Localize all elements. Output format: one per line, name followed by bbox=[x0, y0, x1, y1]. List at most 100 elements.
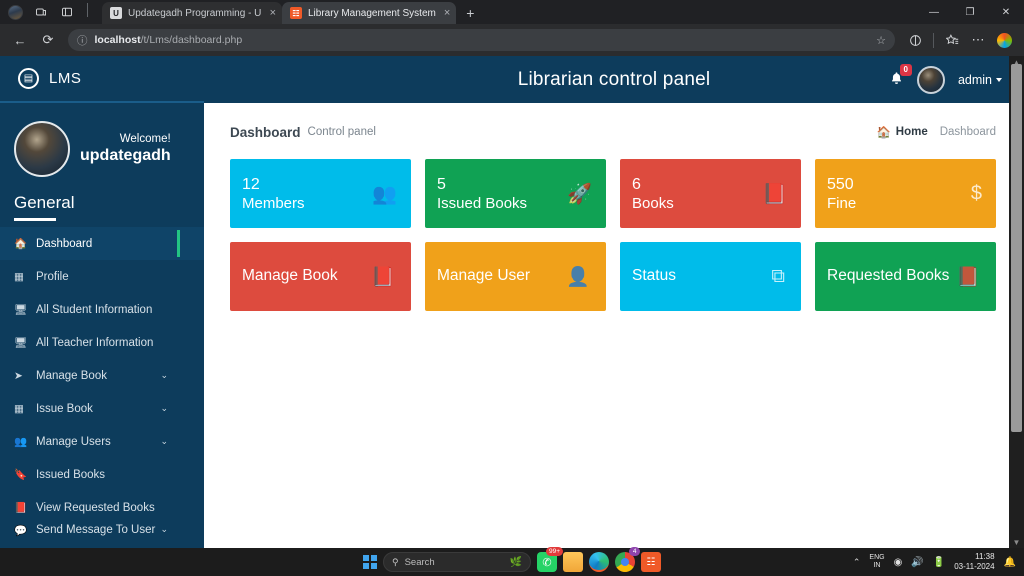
notification-bell-icon[interactable]: 🔔 bbox=[1004, 557, 1016, 568]
action-card-status[interactable]: Status ⧉ bbox=[620, 242, 801, 311]
sidebar-item-label: Profile bbox=[36, 270, 69, 283]
stat-card-issued-books[interactable]: 5 Issued Books 🚀 bbox=[425, 159, 606, 228]
chrome-system-icons bbox=[4, 0, 102, 24]
search-icon: ⚲ bbox=[392, 556, 399, 567]
split-screen-icon[interactable] bbox=[903, 28, 927, 52]
tab-close-icon[interactable]: × bbox=[442, 7, 450, 19]
page-scrollbar[interactable]: ▲ ▼ bbox=[1009, 56, 1024, 548]
breadcrumb-home-label: Home bbox=[895, 126, 928, 138]
welcome-label: Welcome! bbox=[119, 132, 171, 145]
tab-close-icon[interactable]: × bbox=[268, 7, 276, 19]
sidebar-item-label: Manage Users bbox=[36, 435, 111, 448]
weather-icon[interactable]: 🌿 bbox=[510, 557, 522, 568]
window-controls: — ❐ ✕ bbox=[916, 0, 1024, 24]
sidebar-item-profile[interactable]: ▦ Profile bbox=[0, 260, 204, 293]
xampp-icon: ☷ bbox=[646, 556, 656, 568]
action-card-requested-books[interactable]: Requested Books 📕 bbox=[815, 242, 996, 311]
sidebar-item-send-message-to-user[interactable]: 💬 Send Message To User ⌄ bbox=[0, 524, 204, 546]
user-name: admin bbox=[957, 72, 992, 87]
taskbar-app-xampp[interactable]: ☷ bbox=[641, 552, 661, 572]
stat-card-members[interactable]: 12 Members 👥 bbox=[230, 159, 411, 228]
taskbar-app-whatsapp[interactable]: ✆ 99+ bbox=[537, 547, 563, 572]
taskbar-app-chrome[interactable]: 4 bbox=[615, 547, 640, 572]
stat-card-fine[interactable]: 550 Fine $ bbox=[815, 159, 996, 228]
sidebar-item-manage-book[interactable]: ➤ Manage Book ⌄ bbox=[0, 359, 204, 392]
browser-tab-2[interactable]: ☷ Library Management System × bbox=[282, 2, 457, 24]
stat-label: Fine bbox=[827, 194, 857, 212]
stat-card-books[interactable]: 6 Books 📕 bbox=[620, 159, 801, 228]
split-screen-icon[interactable] bbox=[59, 4, 75, 20]
sidebar-item-issue-book[interactable]: ▦ Issue Book ⌄ bbox=[0, 392, 204, 425]
sidebar-section-title: General bbox=[14, 193, 75, 212]
site-info-icon[interactable]: ⓘ bbox=[77, 33, 88, 48]
id-card-icon: ▦ bbox=[14, 402, 24, 415]
breadcrumb-home-link[interactable]: 🏠 Home bbox=[876, 125, 927, 139]
scroll-down-icon[interactable]: ▼ bbox=[1009, 536, 1024, 548]
taskbar-app-file-explorer[interactable] bbox=[563, 552, 583, 572]
language-bottom: IN bbox=[873, 562, 881, 569]
sidebar-item-label: Dashboard bbox=[36, 237, 93, 250]
scrollbar-thumb[interactable] bbox=[1011, 64, 1022, 432]
wifi-icon[interactable]: ◉ bbox=[894, 557, 903, 568]
copilot-icon[interactable] bbox=[992, 28, 1016, 52]
avatar[interactable] bbox=[916, 65, 945, 94]
search-placeholder: Search bbox=[404, 556, 435, 568]
bookmark-star-icon[interactable]: ☆ bbox=[876, 34, 886, 47]
clock-date: 03-11-2024 bbox=[954, 562, 995, 571]
sidebar-item-all-student-information[interactable]: 🖥 All Student Information bbox=[0, 293, 204, 326]
sidebar-item-issued-books[interactable]: 🔖 Issued Books bbox=[0, 458, 204, 491]
taskbar-app-edge[interactable] bbox=[589, 552, 609, 572]
breadcrumb-current: Dashboard bbox=[939, 126, 996, 138]
topbar-right: 0 admin bbox=[889, 63, 1002, 94]
browser-tab-1[interactable]: U Updategadh Programming - Upd × bbox=[102, 2, 282, 24]
maximize-button[interactable]: ❐ bbox=[952, 0, 988, 24]
chevron-down-icon[interactable]: ⌄ bbox=[160, 436, 168, 447]
notification-bell-icon[interactable]: 0 bbox=[889, 63, 912, 89]
language-indicator[interactable]: ENG IN bbox=[869, 554, 884, 570]
action-card-manage-book[interactable]: Manage Book 📕 bbox=[230, 242, 411, 311]
users-icon: 👥 bbox=[14, 436, 28, 448]
comments-icon: 💬 bbox=[14, 525, 28, 537]
app-brand[interactable]: ▤ LMS bbox=[0, 56, 204, 103]
badge: 99+ bbox=[545, 547, 563, 556]
new-tab-button[interactable]: + bbox=[456, 5, 484, 24]
volume-icon[interactable]: 🔊 bbox=[911, 557, 923, 568]
sidebar-item-dashboard[interactable]: 🏠 Dashboard bbox=[0, 227, 204, 260]
address-bar[interactable]: ⓘ localhost/t/Lms/dashboard.php ☆ bbox=[68, 29, 895, 51]
main-content: Dashboard Control panel 🏠 Home Dashboard… bbox=[204, 103, 1024, 548]
breadcrumb: Dashboard Control panel 🏠 Home Dashboard bbox=[230, 117, 996, 147]
sidebar-item-manage-users[interactable]: 👥 Manage Users ⌄ bbox=[0, 425, 204, 458]
battery-icon[interactable]: 🔋 bbox=[933, 557, 945, 568]
chevron-down-icon[interactable]: ⌄ bbox=[160, 403, 168, 414]
search-input[interactable]: ⚲ Search 🌿 bbox=[383, 552, 531, 572]
back-icon[interactable]: ← bbox=[8, 28, 32, 52]
updategadh-favicon: U bbox=[110, 7, 122, 19]
user-menu-button[interactable]: admin bbox=[958, 73, 1002, 87]
minimize-button[interactable]: — bbox=[916, 0, 952, 24]
sidebar-user-panel: Welcome! updategadh bbox=[0, 103, 204, 183]
close-window-button[interactable]: ✕ bbox=[988, 0, 1024, 24]
reload-icon[interactable]: ⟳ bbox=[36, 28, 60, 52]
sidebar-username: updategadh bbox=[80, 147, 171, 165]
sidebar-item-view-requested-books[interactable]: 📕 View Requested Books bbox=[0, 491, 204, 524]
chevron-down-icon[interactable]: ⌄ bbox=[160, 524, 168, 535]
tray-expand-icon[interactable]: ⌃ bbox=[853, 557, 861, 568]
action-card-manage-user[interactable]: Manage User 👤 bbox=[425, 242, 606, 311]
favorites-icon[interactable] bbox=[940, 28, 964, 52]
chevron-down-icon[interactable]: ⌄ bbox=[160, 370, 168, 381]
tab-search-icon[interactable] bbox=[33, 4, 49, 20]
action-label: Status bbox=[632, 267, 676, 285]
url-path: /t/Lms/dashboard.php bbox=[140, 34, 243, 46]
more-options-icon[interactable]: ⋯ bbox=[966, 28, 990, 52]
avatar[interactable] bbox=[14, 121, 70, 177]
desktop-icon: 🖥 bbox=[14, 337, 28, 349]
language-top: ENG bbox=[869, 553, 885, 561]
clock[interactable]: 11:38 03-11-2024 bbox=[954, 552, 994, 572]
toolbar-right-actions: ⋯ bbox=[903, 28, 1016, 52]
sidebar-item-all-teacher-information[interactable]: 🖥 All Teacher Information bbox=[0, 326, 204, 359]
dollar-icon: $ bbox=[970, 182, 982, 204]
home-icon: 🏠 bbox=[14, 238, 28, 250]
sidebar-item-label: Manage Book bbox=[36, 369, 107, 382]
browser-profile-avatar[interactable] bbox=[8, 4, 23, 20]
start-icon[interactable] bbox=[363, 555, 377, 569]
